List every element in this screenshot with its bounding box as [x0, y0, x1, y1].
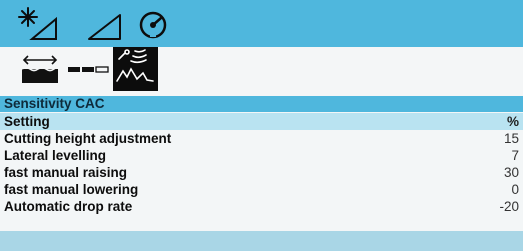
- row-label: fast manual raising: [4, 165, 128, 180]
- row-value[interactable]: -20: [499, 198, 519, 215]
- water-level-icon: [21, 55, 59, 83]
- row-label: fast manual lowering: [4, 182, 139, 197]
- top-toolbar: [0, 0, 523, 47]
- row-value[interactable]: 15: [504, 130, 519, 147]
- row-value[interactable]: 7: [511, 147, 519, 164]
- row-label: Cutting height adjustment: [4, 131, 172, 146]
- display-screen: Sensitivity CAC Setting % Cutting height…: [0, 0, 523, 251]
- tab-row: [0, 47, 523, 95]
- settings-table: Setting % Cutting height adjustment 15 L…: [0, 113, 523, 215]
- table-header: Setting %: [0, 113, 523, 130]
- table-row-cutting-height[interactable]: Cutting height adjustment 15: [0, 130, 523, 147]
- row-value[interactable]: 0: [511, 181, 519, 198]
- sensitivity-wave-icon: [116, 49, 154, 82]
- panel-title: Sensitivity CAC: [0, 96, 523, 112]
- table-row-fast-lowering[interactable]: fast manual lowering 0: [0, 181, 523, 198]
- row-label: Automatic drop rate: [4, 199, 133, 214]
- header-unit: %: [506, 114, 519, 129]
- table-row-drop-rate[interactable]: Automatic drop rate -20: [0, 198, 523, 215]
- tab-sensitivity[interactable]: [113, 47, 158, 91]
- tab-water-level[interactable]: [18, 47, 62, 91]
- table-row-fast-raising[interactable]: fast manual raising 30: [0, 164, 523, 181]
- footer-bar: [0, 231, 523, 251]
- header-label: Setting: [4, 114, 50, 129]
- tab-level-bar[interactable]: [66, 47, 110, 91]
- sun-slope-icon[interactable]: [18, 6, 62, 47]
- slope-angle-icon[interactable]: [86, 6, 124, 47]
- level-bar-icon: [68, 66, 109, 73]
- gauge-icon[interactable]: [136, 6, 170, 47]
- table-row-lateral-levelling[interactable]: Lateral levelling 7: [0, 147, 523, 164]
- row-label: Lateral levelling: [4, 148, 107, 163]
- row-value[interactable]: 30: [504, 164, 519, 181]
